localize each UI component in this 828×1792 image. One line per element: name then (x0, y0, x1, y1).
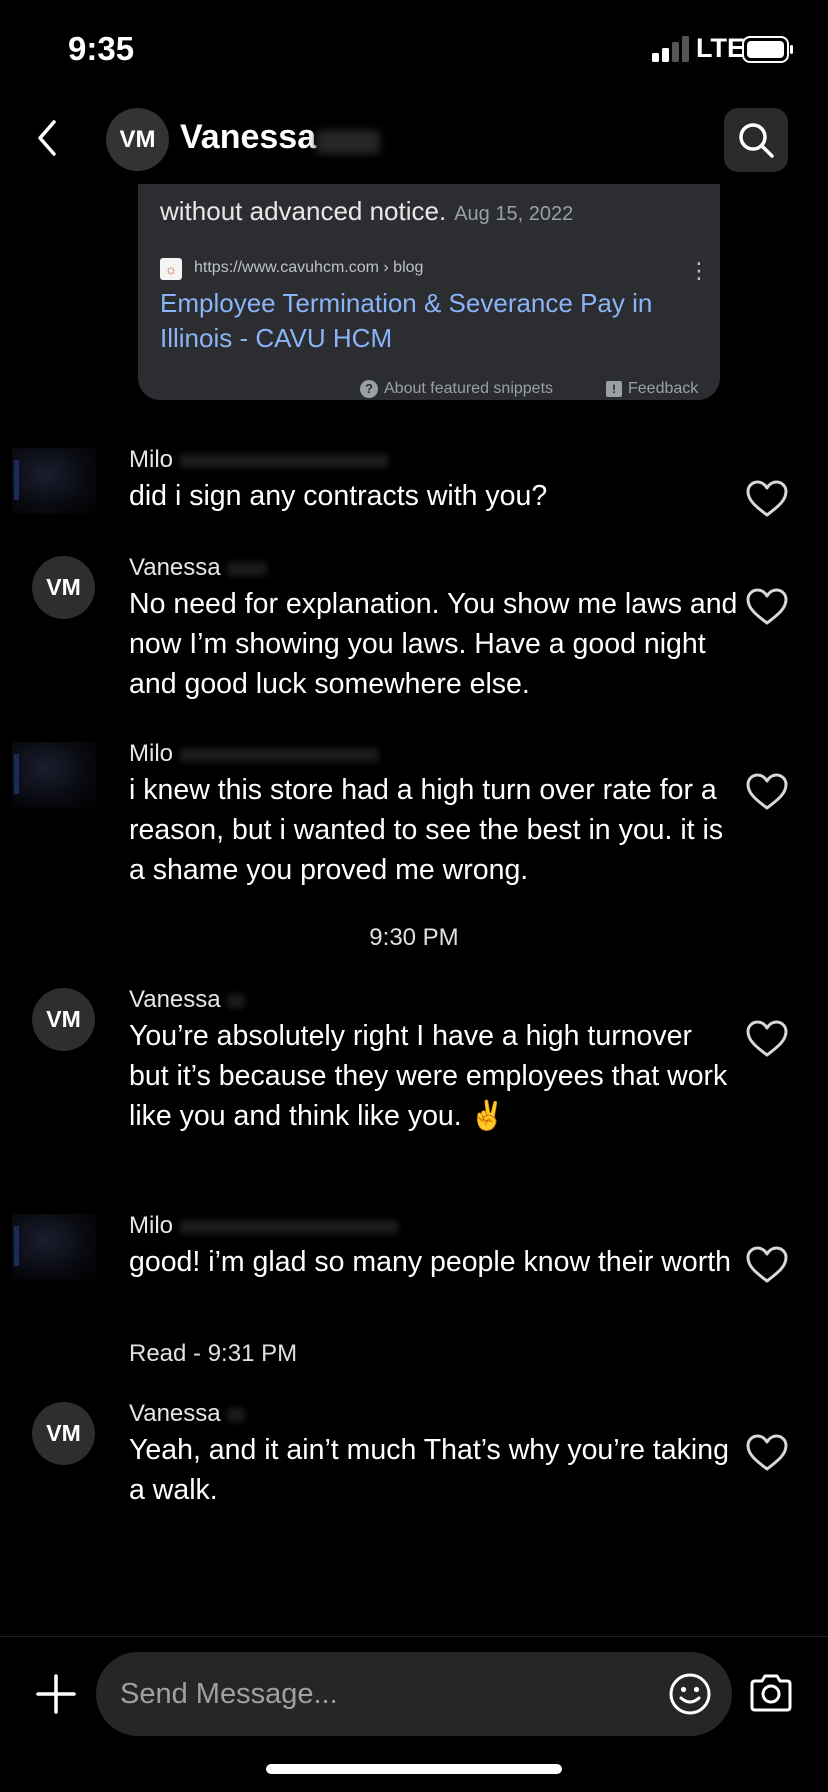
avatar[interactable] (12, 1214, 96, 1280)
heart-icon[interactable] (745, 479, 789, 519)
redacted-surname (316, 130, 380, 154)
snippet-link[interactable]: Employee Termination & Severance Pay in … (160, 286, 680, 356)
snippet-url: https://www.cavuhcm.com › blog (194, 259, 424, 276)
timestamp: 9:30 PM (369, 924, 459, 951)
heart-icon[interactable] (745, 1245, 789, 1285)
back-button[interactable] (30, 118, 66, 158)
message-text[interactable]: did i sign any contracts with you? (129, 476, 739, 516)
heart-icon[interactable] (745, 1019, 789, 1059)
redacted-surname (179, 1219, 400, 1234)
heart-icon[interactable] (745, 772, 789, 812)
message-input[interactable] (120, 1652, 660, 1736)
redacted-surname (226, 1407, 245, 1422)
smiley-icon[interactable] (668, 1672, 712, 1716)
shared-snippet-card[interactable]: without advanced notice. Aug 15, 2022 ☼ h… (138, 184, 720, 400)
sender-name: Vanessa (129, 554, 267, 582)
battery-icon (742, 36, 793, 63)
read-receipt: Read - 9:31 PM (129, 1340, 298, 1367)
more-options-icon[interactable]: ⋮ (688, 260, 710, 282)
avatar[interactable]: VM (32, 556, 95, 619)
search-icon (739, 123, 774, 158)
contact-name[interactable]: Vanessa (180, 118, 316, 157)
plus-icon[interactable] (36, 1674, 76, 1714)
redacted-surname (179, 453, 390, 468)
message-text[interactable]: Yeah, and it ain’t much That’s why you’r… (129, 1430, 739, 1510)
network-label: LTE (696, 33, 745, 63)
sender-name: Milo (129, 740, 380, 768)
snippet-text: without advanced notice. Aug 15, 2022 (160, 196, 574, 226)
avatar[interactable] (12, 448, 96, 514)
signal-icon (652, 36, 689, 62)
heart-icon[interactable] (745, 587, 789, 627)
favicon-icon: ☼ (160, 258, 182, 280)
sender-name: Milo (129, 1212, 400, 1240)
status-time: 9:35 (68, 30, 135, 67)
search-button[interactable] (724, 108, 788, 172)
home-indicator[interactable] (266, 1764, 562, 1774)
avatar[interactable]: VM (32, 1402, 95, 1465)
sender-name: Vanessa (129, 1400, 245, 1428)
sender-name: Vanessa (129, 986, 245, 1014)
feedback-link[interactable]: ! Feedback (606, 380, 698, 398)
message-text[interactable]: i knew this store had a high turn over r… (129, 770, 739, 890)
chat-screen: 9:35 LTE VM Vanessa without advanced not… (0, 0, 828, 1792)
about-snippets-link[interactable]: ? About featured snippets (360, 380, 553, 398)
heart-icon[interactable] (745, 1433, 789, 1473)
message-composer (96, 1652, 732, 1736)
message-text[interactable]: good! i’m glad so many people know their… (129, 1242, 739, 1282)
snippet-date: Aug 15, 2022 (454, 203, 574, 225)
sender-name: Milo (129, 446, 390, 474)
redacted-surname (226, 561, 267, 576)
help-icon: ? (360, 380, 378, 398)
composer-divider (0, 1636, 828, 1637)
contact-avatar[interactable]: VM (106, 108, 169, 171)
avatar[interactable] (12, 742, 96, 808)
feedback-icon: ! (606, 381, 622, 397)
redacted-surname (226, 993, 245, 1008)
redacted-surname (179, 747, 380, 762)
avatar[interactable]: VM (32, 988, 95, 1051)
message-text[interactable]: No need for explanation. You show me law… (129, 584, 739, 704)
message-text[interactable]: You’re absolutely right I have a high tu… (129, 1016, 739, 1136)
camera-icon[interactable] (748, 1672, 794, 1714)
